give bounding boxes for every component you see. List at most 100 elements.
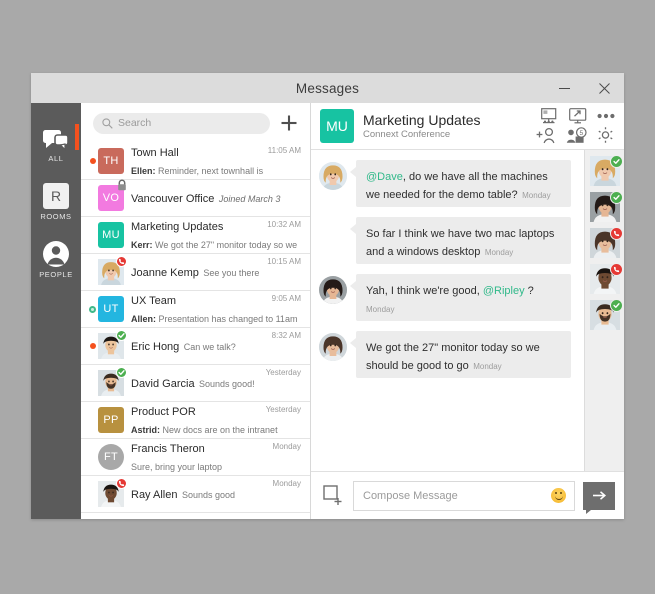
- chat-column: MU Marketing Updates Connext Conference: [311, 103, 624, 519]
- conversation-name: David Garcia: [131, 378, 195, 390]
- conversation-name: Marketing Updates: [131, 221, 224, 233]
- add-attachment-icon[interactable]: [321, 484, 345, 508]
- message-text: So far I think we have two mac laptops a…: [366, 228, 555, 258]
- conversation-row[interactable]: PP Product POR Astrid: New docs are on t…: [81, 402, 310, 439]
- avatar-wrap: FT: [98, 444, 124, 470]
- avatar: UT: [98, 296, 124, 322]
- sidebar-item-rooms-label: ROOMS: [40, 212, 72, 221]
- mention[interactable]: @Dave: [366, 171, 403, 183]
- status-badge-available: [609, 191, 623, 204]
- chat-header: MU Marketing Updates Connext Conference: [311, 103, 624, 150]
- whiteboard-icon[interactable]: [541, 108, 560, 124]
- chat-subtitle: Connext Conference: [363, 128, 451, 140]
- avatar-wrap: PP: [98, 407, 124, 433]
- search-placeholder: Search: [118, 117, 152, 129]
- conversation-list[interactable]: TH Town Hall Ellen: Reminder, next townh…: [81, 143, 310, 519]
- preview-sender: Allen:: [131, 314, 157, 324]
- conversation-row[interactable]: VO Vancouver Office Joined March 3: [81, 179, 310, 217]
- status-badge-available: [609, 155, 623, 168]
- preview-sender: Kerr:: [131, 240, 153, 250]
- window-title: Messages: [295, 80, 360, 96]
- sidebar-item-people[interactable]: PEOPLE: [31, 231, 81, 289]
- mention[interactable]: @Ripley: [483, 285, 525, 297]
- message: @Dave, do we have all the machines we ne…: [319, 160, 572, 207]
- send-arrow-icon: [592, 491, 606, 500]
- avatar-wrap: UT: [98, 296, 124, 322]
- chat-header-actions-top: [541, 108, 615, 124]
- participant-avatar[interactable]: [589, 155, 623, 186]
- message-scroll[interactable]: @Dave, do we have all the machines we ne…: [311, 150, 584, 471]
- conversation-row[interactable]: Ray Allen Sounds good Monday: [81, 476, 310, 513]
- avatar-wrap: [98, 256, 127, 285]
- conversation-preview: Sounds good!: [199, 379, 255, 389]
- screen-share-icon[interactable]: [569, 108, 588, 124]
- message-text: We got the 27" monitor today so we shoul…: [366, 342, 540, 372]
- status-badge-on-call: [116, 478, 127, 489]
- conversation-preview: Joined March 3: [218, 194, 281, 204]
- smiley-icon[interactable]: [551, 488, 566, 503]
- message-avatar-spacer: [319, 219, 347, 247]
- conversation-time: 10:15 AM: [267, 257, 301, 266]
- conversation-indicator: [87, 305, 98, 313]
- conversation-name: UX Team: [131, 295, 177, 307]
- participant-avatar[interactable]: [589, 299, 623, 330]
- rooms-icon-glyph: R: [43, 183, 69, 209]
- conversation-preview: Sure, bring your laptop: [131, 462, 223, 472]
- conversation-row[interactable]: TH Town Hall Ellen: Reminder, next townh…: [81, 143, 310, 180]
- avatar: MU: [98, 222, 124, 248]
- participant-avatar[interactable]: [589, 227, 623, 258]
- unread-indicator: [89, 343, 96, 349]
- sidebar-item-all[interactable]: ALL: [31, 115, 81, 173]
- compose-input[interactable]: Compose Message: [353, 480, 575, 511]
- conversation-row[interactable]: UT UX Team Allen: Presentation has chang…: [81, 291, 310, 328]
- message-area: @Dave, do we have all the machines we ne…: [311, 150, 624, 471]
- conversation-time: Yesterday: [265, 368, 301, 377]
- participant-avatar[interactable]: [589, 191, 623, 222]
- chat-title: Marketing Updates: [363, 111, 481, 128]
- conversation-row[interactable]: David Garcia Sounds good! Yesterday: [81, 365, 310, 402]
- conversation-row[interactable]: Eric Hong Can we talk? 8:32 AM: [81, 328, 310, 365]
- minimize-button[interactable]: [544, 73, 584, 103]
- sidebar-item-rooms[interactable]: R ROOMS: [31, 173, 81, 231]
- message: So far I think we have two mac laptops a…: [319, 217, 572, 264]
- chat-header-actions-bottom: 5: [536, 126, 615, 144]
- avatar: TH: [98, 148, 124, 174]
- participant-avatar[interactable]: [589, 263, 623, 294]
- conversation-time: Monday: [272, 479, 301, 488]
- window-body: ALL R ROOMS PEOPLE Search TH Town Hall E…: [31, 103, 624, 519]
- search-input[interactable]: Search: [93, 112, 270, 134]
- conversation-name: Joanne Kemp: [131, 267, 199, 279]
- avatar-wrap: [98, 367, 127, 396]
- status-badge-on-call: [609, 263, 623, 276]
- close-button[interactable]: [584, 73, 624, 103]
- conversation-name: Town Hall: [131, 147, 179, 159]
- conversation-time: 9:05 AM: [271, 294, 301, 303]
- avatar: FT: [98, 444, 124, 470]
- title-bar[interactable]: Messages: [31, 73, 624, 103]
- more-options-icon[interactable]: [597, 113, 615, 119]
- conversation-name: Product POR: [131, 406, 196, 418]
- conversation-time: Yesterday: [265, 405, 301, 414]
- rooms-icon: R: [43, 183, 69, 209]
- conversation-row[interactable]: FT Francis Theron Sure, bring your lapto…: [81, 439, 310, 476]
- message-time: Monday: [522, 191, 551, 200]
- conversation-name: Vancouver Office: [131, 193, 215, 205]
- message-bubble: So far I think we have two mac laptops a…: [350, 217, 571, 264]
- message-time: Monday: [366, 305, 395, 314]
- gear-icon[interactable]: [596, 126, 615, 144]
- preview-sender: Ellen:: [131, 166, 156, 176]
- new-conversation-button[interactable]: [278, 112, 300, 134]
- conversation-row[interactable]: Joanne Kemp See you there 10:15 AM: [81, 254, 310, 291]
- conversation-row[interactable]: MU Marketing Updates Kerr: We got the 27…: [81, 217, 310, 254]
- avatar-wrap: VO: [98, 179, 126, 211]
- avatar: PP: [98, 407, 124, 433]
- message-bubble: Yah, I think we're good, @Ripley ? Monda…: [350, 274, 571, 321]
- send-button[interactable]: [583, 481, 615, 514]
- conference-icon[interactable]: 5: [566, 126, 587, 144]
- conversation-indicator: [87, 343, 98, 349]
- chat-bubbles-icon: [43, 125, 69, 151]
- add-person-icon[interactable]: [536, 127, 557, 144]
- message-text: @Dave, do we have all the machines we ne…: [366, 171, 548, 201]
- conversation-text: Vancouver Office Joined March 3: [131, 189, 302, 207]
- participant-strip[interactable]: [584, 150, 624, 471]
